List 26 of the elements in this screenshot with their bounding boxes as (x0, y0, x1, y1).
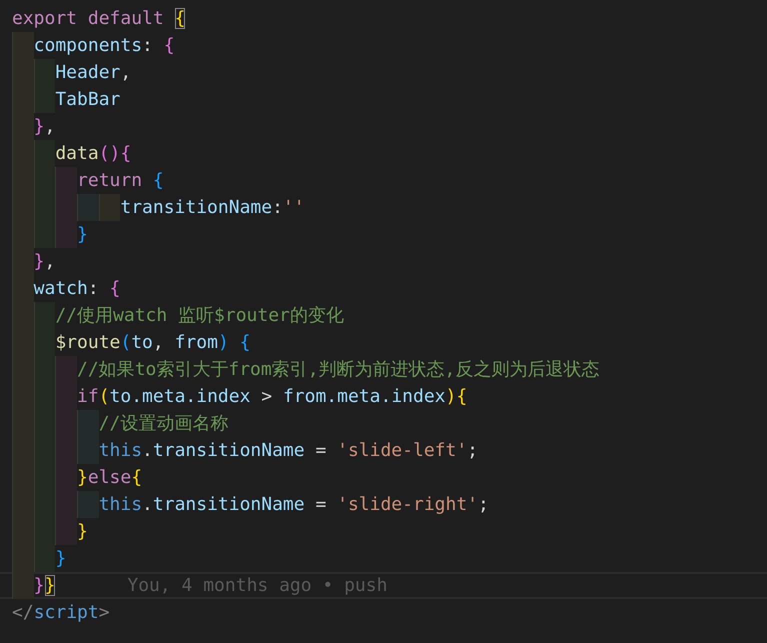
code-line: components: { (34, 34, 175, 58)
code-line: }, (34, 250, 56, 274)
code-line: } (77, 520, 88, 544)
code-line: return { (77, 169, 164, 193)
code-line: //使用watch 监听$router的变化 (55, 304, 344, 328)
code-line: } (77, 223, 88, 247)
code-line: TabBar (55, 88, 120, 112)
code-line: transitionName:'' (120, 196, 305, 220)
code-line: }, (34, 115, 56, 139)
indent-guide (12, 464, 78, 491)
code-line: watch: { (34, 277, 120, 301)
code-line: this.transitionName = 'slide-right'; (98, 493, 489, 517)
blame-annotation: You, 4 months ago • push (127, 574, 388, 598)
code-line: </script> (12, 601, 110, 625)
code-line: //如果to索引大于from索引,判断为前进状态,反之则为后退状态 (77, 358, 600, 382)
code-line: Header, (55, 61, 132, 85)
code-line: this.transitionName = 'slide-left'; (98, 439, 478, 463)
indent-guide (12, 383, 78, 410)
code-line: //设置动画名称 (98, 412, 228, 436)
code-line: }else{ (77, 466, 142, 490)
code-line: export default { (12, 7, 186, 31)
code-line: $route(to, from) { (55, 331, 250, 355)
code-line: data(){ (55, 142, 132, 166)
code-line: } (55, 547, 66, 571)
code-line: if(to.meta.index > from.meta.index){ (77, 385, 468, 409)
code-line: }} (34, 574, 56, 598)
